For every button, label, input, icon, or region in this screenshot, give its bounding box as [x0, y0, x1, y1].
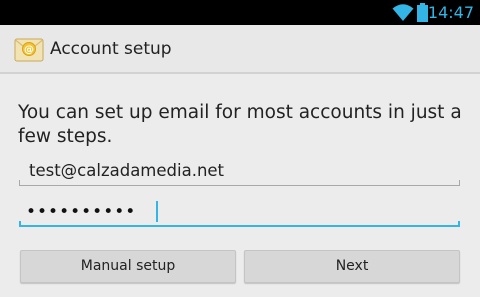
page-title: Account setup — [50, 39, 172, 59]
password-field[interactable]: •••••••••• — [19, 199, 460, 227]
email-app-icon[interactable]: @ — [14, 36, 44, 64]
action-bar: @ Account setup — [0, 25, 480, 74]
next-button[interactable]: Next — [244, 250, 460, 283]
status-clock: 14:47 — [427, 3, 474, 22]
svg-text:@: @ — [24, 45, 34, 56]
password-underline-right — [458, 221, 460, 227]
email-value: test@calzadamedia.net — [29, 161, 225, 180]
email-underline-right — [459, 180, 460, 186]
manual-setup-button[interactable]: Manual setup — [20, 250, 236, 283]
text-cursor — [156, 201, 158, 222]
password-underline — [19, 225, 460, 227]
password-value: •••••••••• — [26, 202, 137, 222]
battery-icon — [417, 3, 428, 22]
email-underline — [19, 185, 460, 186]
status-bar: 14:47 — [0, 0, 480, 25]
email-field[interactable]: test@calzadamedia.net — [19, 158, 460, 186]
wifi-icon — [392, 4, 414, 21]
setup-instructions: You can set up email for most accounts i… — [18, 102, 462, 147]
